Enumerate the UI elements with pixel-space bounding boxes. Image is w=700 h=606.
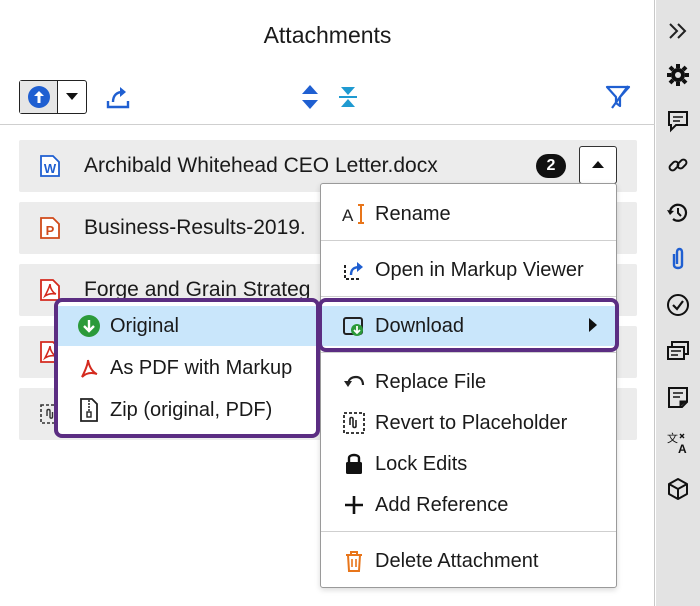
zip-icon <box>76 397 102 423</box>
menu-item-label: Add Reference <box>375 493 509 516</box>
cube-icon <box>668 478 688 500</box>
replace-icon <box>341 369 367 395</box>
tasks-button[interactable] <box>665 292 691 318</box>
menu-item-label: Rename <box>375 202 451 225</box>
translate-button[interactable]: 文A <box>665 430 691 456</box>
placeholder-icon <box>341 410 367 436</box>
collapse-icon <box>339 87 357 107</box>
menu-separator <box>321 240 616 241</box>
menu-item-rename[interactable]: A Rename <box>321 194 616 234</box>
submenu-item-label: Zip (original, PDF) <box>110 398 273 421</box>
right-rail: 文A <box>656 0 700 606</box>
link-icon <box>668 158 688 172</box>
check-circle-icon <box>667 294 689 316</box>
export-button[interactable] <box>103 82 133 112</box>
menu-item-label: Open in Markup Viewer <box>375 258 584 281</box>
expand-panel-button[interactable] <box>665 18 691 44</box>
rename-icon: A <box>341 201 367 227</box>
menu-separator <box>321 352 616 353</box>
submenu-item-label: As PDF with Markup <box>110 356 293 379</box>
pdf-file-icon <box>39 279 61 301</box>
menu-item-open-markup-viewer[interactable]: Open in Markup Viewer <box>321 250 616 290</box>
3d-model-button[interactable] <box>665 476 691 502</box>
gear-icon <box>667 64 689 86</box>
powerpoint-file-icon: P <box>39 217 61 239</box>
attachments-toolbar <box>0 76 655 118</box>
menu-item-lock-edits[interactable]: Lock Edits <box>321 444 616 484</box>
attachment-name: Archibald Whitehead CEO Letter.docx <box>84 154 438 177</box>
svg-text:P: P <box>46 223 55 238</box>
double-chevron-right-icon <box>669 23 687 39</box>
expand-icon <box>302 85 318 109</box>
menu-separator <box>321 296 616 297</box>
note-icon <box>668 387 688 408</box>
filter-off-icon <box>605 85 631 109</box>
attachment-name: Business-Results-2019. <box>84 216 306 239</box>
export-icon <box>106 87 130 109</box>
svg-text:文: 文 <box>667 431 678 445</box>
settings-button[interactable] <box>665 62 691 88</box>
menu-item-label: Replace File <box>375 370 487 393</box>
caret-up-icon <box>592 161 604 168</box>
submenu-item-label: Original <box>110 314 179 337</box>
plus-icon <box>341 492 367 518</box>
comments-button[interactable] <box>665 108 691 134</box>
filter-button[interactable] <box>603 82 633 112</box>
upload-dropdown-button[interactable] <box>58 81 86 113</box>
download-circle-icon <box>76 313 102 339</box>
menu-item-delete-attachment[interactable]: Delete Attachment <box>321 541 616 581</box>
menu-item-label: Delete Attachment <box>375 549 539 572</box>
attachments-panel: Attachments W Archibald Whitehead CEO Le… <box>0 0 655 606</box>
open-viewer-icon <box>341 257 367 283</box>
reference-count-badge: 2 <box>536 154 566 178</box>
layers-icon <box>667 341 689 360</box>
translate-icon: 文A <box>667 431 687 455</box>
notes-button[interactable] <box>665 384 691 410</box>
links-button[interactable] <box>665 152 691 178</box>
collapse-all-button[interactable] <box>333 82 363 112</box>
attachment-context-menu: A Rename Open in Markup Viewer Download … <box>320 183 617 588</box>
svg-text:W: W <box>44 161 57 176</box>
word-file-icon: W <box>39 155 61 177</box>
row-menu-button[interactable] <box>579 146 617 184</box>
menu-item-label: Revert to Placeholder <box>375 411 568 434</box>
menu-item-add-reference[interactable]: Add Reference <box>321 485 616 525</box>
download-callout-highlight <box>318 298 619 352</box>
lock-icon <box>341 451 367 477</box>
toolbar-divider <box>0 124 655 125</box>
caret-down-icon <box>66 93 78 100</box>
trash-icon <box>341 548 367 574</box>
menu-item-revert-placeholder[interactable]: Revert to Placeholder <box>321 403 616 443</box>
history-button[interactable] <box>665 200 691 226</box>
submenu-item-pdf-markup[interactable]: As PDF with Markup <box>58 348 316 388</box>
panel-title: Attachments <box>263 22 392 48</box>
menu-item-replace-file[interactable]: Replace File <box>321 362 616 402</box>
comment-icon <box>668 111 688 133</box>
menu-separator <box>321 531 616 532</box>
paperclip-icon <box>672 247 684 270</box>
history-icon <box>667 203 688 222</box>
expand-all-button[interactable] <box>295 82 325 112</box>
download-submenu: Original As PDF with Markup Zip (origina… <box>54 298 320 438</box>
menu-item-label: Lock Edits <box>375 452 468 475</box>
upload-split-button[interactable] <box>19 80 87 114</box>
svg-text:A: A <box>342 206 354 225</box>
attachments-button[interactable] <box>665 246 691 272</box>
upload-button[interactable] <box>20 81 58 113</box>
layers-button[interactable] <box>665 338 691 364</box>
upload-circle-icon <box>27 86 50 108</box>
pdf-icon <box>76 355 102 381</box>
svg-text:A: A <box>678 442 687 455</box>
submenu-item-zip[interactable]: Zip (original, PDF) <box>58 390 316 430</box>
submenu-item-original[interactable]: Original <box>58 306 316 346</box>
